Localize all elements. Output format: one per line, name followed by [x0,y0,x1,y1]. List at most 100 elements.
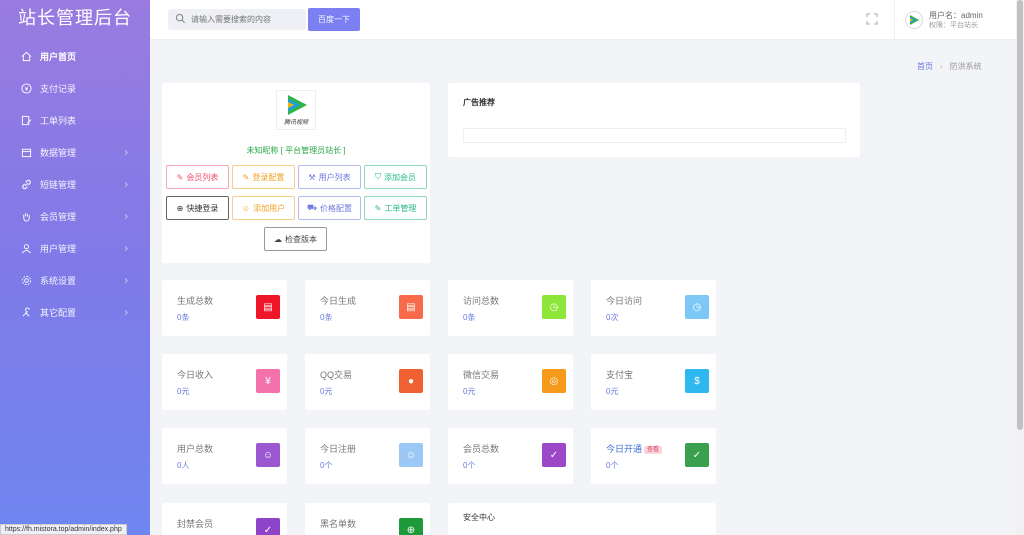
stat-value: 0次 [606,313,619,322]
stat-label: 今日生成 [320,296,357,306]
ad-card: 广告推荐 [448,83,860,157]
stat-card: QQ交易 0元 ● [305,354,430,410]
cloud-icon: ☁ [274,234,282,244]
stat-value: 0个 [320,461,333,470]
button-label: 添加用户 [253,203,286,213]
sidebar-nav: 用户首页 ¥ 支付记录 工单列表 数据管理 › 短链管理 › 会员管理 › 用户… [0,40,150,328]
search-box [168,9,306,30]
stat-value: 0元 [177,387,190,396]
check-version-button[interactable]: ☁ 检查版本 [264,227,327,251]
sidebar-item-payments[interactable]: ¥ 支付记录 [0,72,150,104]
ticket-manage-button[interactable]: ✎ 工单管理 [364,196,427,220]
ad-title: 广告推荐 [463,98,495,107]
sidebar: 站长管理后台 用户首页 ¥ 支付记录 工单列表 数据管理 › 短链管理 › 会员… [0,0,150,535]
button-label: 用户列表 [318,172,351,182]
sidebar-item-label: 数据管理 [40,147,77,158]
sidebar-item-home[interactable]: 用户首页 [0,40,150,72]
yen-circle-icon: ¥ [256,369,280,393]
logo-caption: 腾讯视频 [283,120,308,126]
scrollbar-thumb[interactable] [1017,0,1023,430]
users-icon: ☺ [399,443,423,467]
stat-label: 封禁会员 [177,519,214,529]
plus-circle-icon: ⊕ [176,203,184,213]
search-input[interactable] [191,15,301,24]
clock-icon: ◷ [685,295,709,319]
stat-label: 会员总数 [463,444,500,454]
stat-card: 黑名单数 ⊕ [305,503,430,535]
stat-value: 0个 [606,461,619,470]
chevron-right-icon: › [124,274,128,286]
sidebar-item-shortlinks[interactable]: 短链管理 › [0,168,150,200]
home-icon [20,50,32,62]
view-badge[interactable]: 查看 [644,446,663,454]
shield-icon: ⛉ [375,172,381,181]
quick-login-button[interactable]: ⊕ 快捷登录 [166,196,229,220]
stat-label: 访问总数 [463,296,500,306]
button-label: 登录配置 [252,172,285,182]
edit-icon: ✎ [176,172,184,182]
top-header: 百度一下 用户名：admin 权限：平台站长 [150,0,1016,40]
ad-content [463,128,846,143]
stat-value: 0条 [177,313,190,322]
profile-card: 腾讯视频 未知昵称 [ 平台管理员站长 ] ✎ 会员列表 ✎ 登录配置 ⚒ 用户列表 … [162,83,430,263]
fullscreen-icon[interactable] [866,13,878,25]
breadcrumb-current: 防洪系统 [949,62,982,71]
stat-label: 微信交易 [463,370,500,380]
sidebar-item-settings[interactable]: 系统设置 › [0,264,150,296]
button-label: 检查版本 [285,234,317,244]
stat-card: 今日开通 查看 0个 ✓ [591,428,716,484]
stat-card: 访问总数 0条 ◷ [448,280,573,336]
stat-value: 0元 [320,387,333,396]
ticket-edit-icon [20,114,32,126]
breadcrumb: 首页 › 防洪系统 [917,61,982,72]
sidebar-item-other-config[interactable]: 其它配置 › [0,296,150,328]
sidebar-item-label: 会员管理 [40,211,77,222]
shield-icon: ✓ [256,518,280,535]
page-scrollbar[interactable] [1016,0,1024,535]
hand-icon [20,210,32,222]
stat-card: 支付宝 0元 $ [591,354,716,410]
sidebar-item-members[interactable]: 会员管理 › [0,200,150,232]
stat-value: 0个 [463,461,476,470]
button-label: 工单管理 [384,203,417,213]
stat-card: 封禁会员 ✓ [162,503,287,535]
user-list-button[interactable]: ⚒ 用户列表 [298,165,361,189]
security-title: 安全中心 [463,513,495,522]
add-member-button[interactable]: ⛉ 添加会员 [364,165,427,189]
sidebar-item-data[interactable]: 数据管理 › [0,136,150,168]
chevron-right-icon: › [124,306,128,318]
site-logo: 腾讯视频 [276,90,316,130]
member-list-button[interactable]: ✎ 会员列表 [166,165,229,189]
breadcrumb-home[interactable]: 首页 [917,62,933,71]
sidebar-item-label: 用户管理 [40,243,77,254]
file-icon: ▤ [399,295,423,319]
add-user-button[interactable]: ☺ 添加用户 [232,196,295,220]
link-icon [20,178,32,190]
search-button[interactable]: 百度一下 [308,8,360,31]
stat-value: 0元 [463,387,476,396]
stat-value: 0条 [320,313,333,322]
price-config-button[interactable]: ⛟ 价格配置 [298,196,361,220]
chevron-right-icon: › [124,242,128,254]
globe-icon: ⊕ [399,518,423,535]
sidebar-item-tickets[interactable]: 工单列表 [0,104,150,136]
stat-label: 生成总数 [177,296,214,306]
sidebar-item-users[interactable]: 用户管理 › [0,232,150,264]
stat-value: 0元 [606,387,619,396]
chevron-right-icon: › [124,146,128,158]
sidebar-item-label: 其它配置 [40,307,77,318]
calendar-icon [20,146,32,158]
button-label: 会员列表 [186,172,219,182]
button-label: 快捷登录 [186,203,219,213]
stat-card: 用户总数 0人 ☺ [162,428,287,484]
chevron-right-icon: › [124,178,128,190]
sidebar-item-label: 用户首页 [40,51,77,62]
user-menu[interactable]: 用户名：admin 权限：平台站长 [894,0,1016,40]
login-config-button[interactable]: ✎ 登录配置 [232,165,295,189]
stat-value: 0人 [177,461,190,470]
stat-label[interactable]: 今日开通 查看 [606,442,663,455]
button-label: 价格配置 [320,203,353,213]
shield-icon: ✓ [685,443,709,467]
user-name: 用户名：admin [929,10,983,20]
cart-icon: ⛟ [306,203,318,212]
